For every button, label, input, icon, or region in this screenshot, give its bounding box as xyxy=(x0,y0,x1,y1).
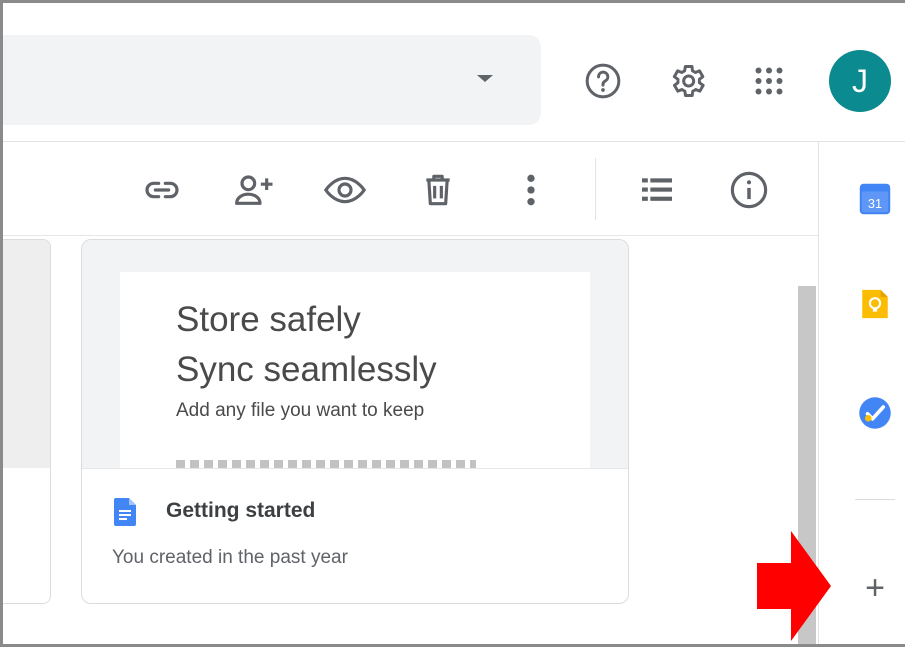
red-arrow-annotation-icon xyxy=(757,531,831,641)
header-divider xyxy=(3,141,905,142)
toolbar-divider xyxy=(3,235,818,236)
toolbar-separator xyxy=(595,158,596,220)
tasks-icon[interactable] xyxy=(855,393,895,433)
file-title: Getting started xyxy=(166,499,316,522)
preview-heading-2: Sync seamlessly xyxy=(176,350,437,389)
file-card-getting-started[interactable]: Store safely Sync seamlessly Add any fil… xyxy=(81,239,629,604)
gear-icon[interactable] xyxy=(665,59,709,103)
preview-eye-icon[interactable] xyxy=(323,168,367,212)
help-icon[interactable] xyxy=(581,59,625,103)
link-icon[interactable] xyxy=(140,168,184,212)
avatar-letter: J xyxy=(852,62,868,99)
list-view-icon[interactable] xyxy=(635,168,679,212)
preview-cut-text xyxy=(176,460,476,468)
account-avatar[interactable]: J xyxy=(829,50,891,112)
file-card-partial[interactable] xyxy=(3,239,51,604)
drive-window: J Store safely Sync seamlessly Add any f… xyxy=(0,0,905,647)
more-vert-icon[interactable] xyxy=(509,168,553,212)
add-addon-plus-icon[interactable]: + xyxy=(855,568,895,608)
file-subtitle: You created in the past year xyxy=(112,547,348,568)
apps-grid-icon[interactable] xyxy=(747,59,791,103)
info-icon[interactable] xyxy=(727,168,771,212)
document-preview-page: Store safely Sync seamlessly Add any fil… xyxy=(120,272,590,468)
side-panel-divider xyxy=(855,499,895,500)
calendar-icon[interactable]: 31 xyxy=(855,179,895,219)
calendar-day: 31 xyxy=(868,196,882,211)
preview-paragraph: Add any file you want to keep xyxy=(176,400,425,421)
trash-icon[interactable] xyxy=(416,168,460,212)
search-bar[interactable] xyxy=(3,35,541,125)
card-divider xyxy=(82,468,628,469)
keep-icon[interactable] xyxy=(855,284,895,324)
side-panel: 31 + xyxy=(818,142,905,644)
google-docs-icon xyxy=(114,498,136,526)
search-options-chevron-down-icon[interactable] xyxy=(477,75,493,82)
add-person-icon[interactable] xyxy=(233,168,277,212)
file-thumbnail: Store safely Sync seamlessly Add any fil… xyxy=(82,240,628,468)
preview-heading-1: Store safely xyxy=(176,300,361,339)
add-addon-label: + xyxy=(865,569,885,607)
file-thumbnail xyxy=(3,240,50,468)
